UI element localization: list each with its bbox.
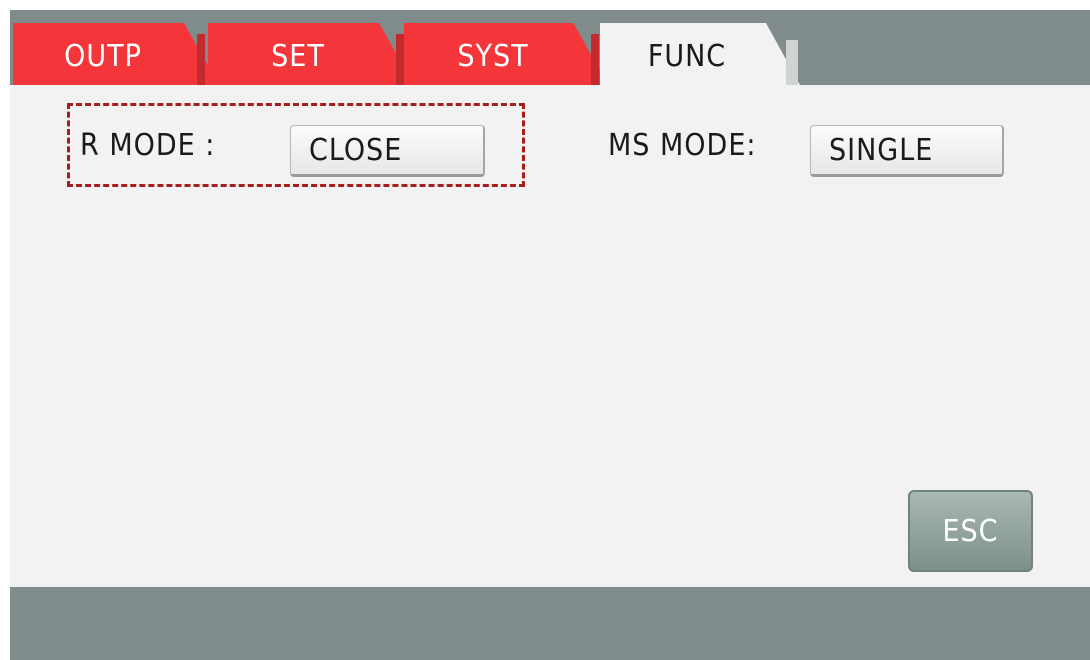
r-mode-button[interactable]: CLOSE [290, 125, 485, 177]
tab-outp[interactable]: OUTP [13, 23, 219, 85]
tab-outp-shade [197, 34, 205, 85]
tab-syst-shade [591, 34, 599, 85]
tab-func-shade [786, 40, 798, 85]
r-mode-label: R MODE : [80, 128, 216, 163]
ms-mode-button[interactable]: SINGLE [810, 125, 1004, 177]
tab-func-label: FUNC [647, 38, 727, 74]
tab-func[interactable]: FUNC [600, 23, 800, 85]
esc-label: ESC [942, 513, 999, 549]
tab-set-label: SET [271, 38, 325, 74]
tab-set[interactable]: SET [208, 23, 414, 85]
ms-mode-label: MS MODE: [608, 128, 757, 163]
tab-outp-label: OUTP [64, 38, 142, 74]
tab-syst-label: SYST [457, 38, 529, 74]
esc-button[interactable]: ESC [908, 490, 1033, 572]
r-mode-value: CLOSE [309, 132, 403, 168]
tab-set-shade [396, 34, 404, 85]
ms-mode-value: SINGLE [829, 132, 934, 168]
tab-syst[interactable]: SYST [404, 23, 608, 85]
device-screen: OUTP SET SYST FUNC R MODE : CLOSE MS MOD… [10, 10, 1090, 660]
